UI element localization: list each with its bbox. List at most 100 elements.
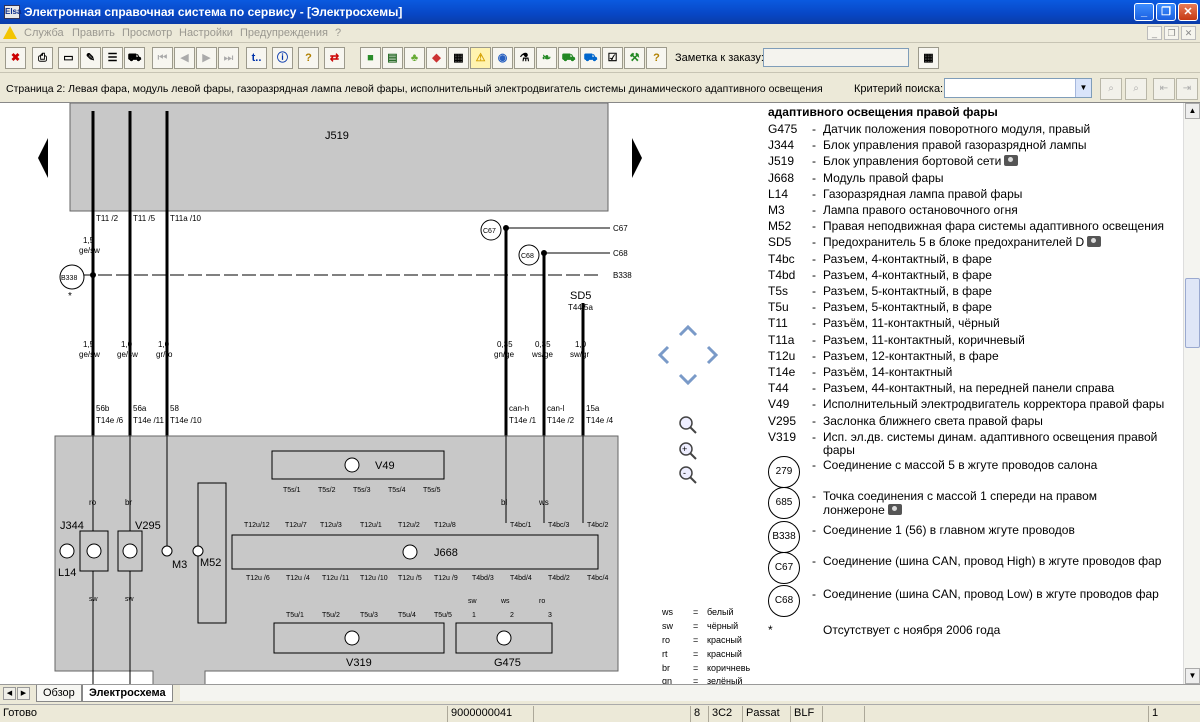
car-blue-icon[interactable]: ⛟	[580, 47, 601, 69]
bookmark-icon[interactable]: ◆	[426, 47, 447, 69]
vertical-scrollbar[interactable]: ▲ ▼	[1183, 103, 1200, 684]
wire-labels-top: T11 /2 T11 /5 T11a /10 1,5 ge/sw 1,5 ge/…	[79, 214, 632, 359]
legend-desc: Соединение (шина CAN, провод Low) в жгут…	[823, 587, 1159, 601]
legend-code: T4bd	[768, 267, 796, 282]
question-icon[interactable]: ?	[646, 47, 667, 69]
status-field: 3C2	[708, 706, 740, 722]
zoom-icon[interactable]	[679, 416, 697, 434]
tab-overview[interactable]: Обзор	[36, 685, 82, 702]
checklist-icon[interactable]: ☑	[602, 47, 623, 69]
color-name: зелёный	[707, 676, 742, 684]
legend-desc: Датчик положения поворотного модуля, пра…	[823, 122, 1091, 136]
scroll-up-icon[interactable]: ▲	[1185, 103, 1200, 119]
t-button[interactable]: t..	[246, 47, 267, 69]
calculator-icon[interactable]: ▦	[918, 47, 939, 69]
align-left-icon[interactable]: ⇤	[1153, 78, 1175, 100]
warning-toolbar-icon[interactable]: ⚠	[470, 47, 491, 69]
mdi-restore-button[interactable]: ❐	[1164, 26, 1179, 40]
pan-arrows[interactable]	[657, 324, 719, 386]
edit-document-icon[interactable]: ✎	[80, 47, 101, 69]
swap-icon[interactable]: ⇄	[324, 47, 345, 69]
legend-code: V319	[768, 429, 797, 444]
mdi-close-button[interactable]: ✕	[1181, 26, 1196, 40]
notes-icon[interactable]: ☰	[102, 47, 123, 69]
status-empty	[822, 706, 864, 722]
menu-view[interactable]: Просмотр	[122, 27, 172, 39]
l14-lamp-icon	[59, 543, 75, 559]
m52-lamp-icon	[192, 545, 204, 557]
menu-help[interactable]: ?	[335, 27, 341, 39]
legend-dash: -	[812, 219, 816, 234]
first-page-icon[interactable]: ⏮	[152, 47, 173, 69]
book-icon[interactable]: ▤	[382, 47, 403, 69]
minimize-button[interactable]: _	[1134, 3, 1154, 21]
tab-scroll-right-icon[interactable]: ▶	[17, 687, 30, 700]
note-input[interactable]	[763, 48, 909, 67]
car-icon[interactable]: ⛟	[124, 47, 145, 69]
wire-size-label: 1,0	[158, 340, 170, 349]
info-icon[interactable]: ⓘ	[272, 47, 293, 69]
connector-label: T14e /6	[96, 416, 124, 425]
chevron-down-icon[interactable]: ▼	[1075, 79, 1091, 97]
next-page-arrow-icon[interactable]	[632, 138, 642, 178]
scroll-down-icon[interactable]: ▼	[1185, 668, 1200, 684]
wire-color-label: gn/ge	[494, 350, 515, 359]
v319-pin: T5u/3	[360, 612, 378, 619]
horizontal-scrollbar[interactable]	[180, 684, 1200, 701]
g475-pin: 2	[510, 612, 514, 619]
criteria-dropdown[interactable]: ▼	[944, 78, 1092, 98]
menu-settings[interactable]: Настройки	[179, 27, 233, 39]
tab-scroll-left-icon[interactable]: ◀	[3, 687, 16, 700]
menu-edit[interactable]: Править	[72, 27, 115, 39]
help-icon[interactable]: ?	[298, 47, 319, 69]
legend-desc: Разъем, 11-контактный, коричневый	[823, 332, 1025, 347]
search-icon[interactable]: ⌕	[1100, 78, 1122, 100]
last-page-icon[interactable]: ⏭	[218, 47, 239, 69]
car-green-icon[interactable]: ⛟	[558, 47, 579, 69]
mdi-minimize-button[interactable]: _	[1147, 26, 1162, 40]
c68-label: C68	[613, 249, 628, 258]
camera-icon[interactable]	[1004, 155, 1019, 167]
legend-desc: Разъем, 12-контактный, в фаре	[823, 348, 999, 363]
wire-labels-bottom: 56b 56a 58 can-h can-l 15a T14e /6 T14e …	[96, 404, 614, 425]
legend-dash: -	[812, 316, 816, 331]
connector-label: T14e /1	[509, 416, 537, 425]
wiring-diagram: J519 T11 /2 T11 /5 T11a /10 1,5 ge/sw 1,…	[38, 103, 750, 684]
exit-icon[interactable]: ✖	[5, 47, 26, 69]
symbol-circle: C67	[768, 552, 800, 584]
color-name: белый	[707, 607, 734, 617]
color-code: rt	[662, 649, 668, 659]
camera-icon[interactable]	[887, 504, 902, 515]
sw-label: sw	[89, 596, 99, 603]
tools-icon[interactable]: ⚒	[624, 47, 645, 69]
zoom-out-icon[interactable]: -	[679, 466, 697, 484]
printer-icon[interactable]: ⎙	[32, 47, 53, 69]
tab-wiring-diagram[interactable]: Электросхема	[82, 685, 173, 702]
prev-page-arrow-icon[interactable]	[38, 138, 48, 178]
b338-circle-label: B338	[61, 275, 77, 282]
next-page-icon[interactable]: ▶	[196, 47, 217, 69]
menu-service[interactable]: Служба	[24, 27, 64, 39]
svg-text:=: =	[693, 663, 698, 673]
flask-icon[interactable]: ⚗	[514, 47, 535, 69]
close-button[interactable]: ✕	[1178, 3, 1198, 21]
restore-button[interactable]: ❐	[1156, 3, 1176, 21]
align-right-icon[interactable]: ⇥	[1176, 78, 1198, 100]
search-next-icon[interactable]: ⌕	[1125, 78, 1147, 100]
warning-icon	[3, 26, 17, 39]
page-title: Страница 2: Левая фара, модуль левой фар…	[6, 83, 823, 95]
camera-icon[interactable]	[1087, 236, 1102, 248]
legend-code: *	[768, 623, 773, 637]
globe-icon[interactable]: ◉	[492, 47, 513, 69]
vehicle-icon[interactable]: ■	[360, 47, 381, 69]
sd5-label: SD5	[570, 290, 591, 302]
status-page: 1	[1148, 706, 1200, 722]
scroll-thumb[interactable]	[1185, 278, 1200, 348]
new-document-icon[interactable]: ▭	[58, 47, 79, 69]
document-icon[interactable]: ▦	[448, 47, 469, 69]
leaf-icon[interactable]: ❧	[536, 47, 557, 69]
prev-page-icon[interactable]: ◀	[174, 47, 195, 69]
tree-icon[interactable]: ♣	[404, 47, 425, 69]
menu-warnings[interactable]: Предупреждения	[240, 27, 328, 39]
zoom-in-icon[interactable]: +	[679, 442, 697, 460]
